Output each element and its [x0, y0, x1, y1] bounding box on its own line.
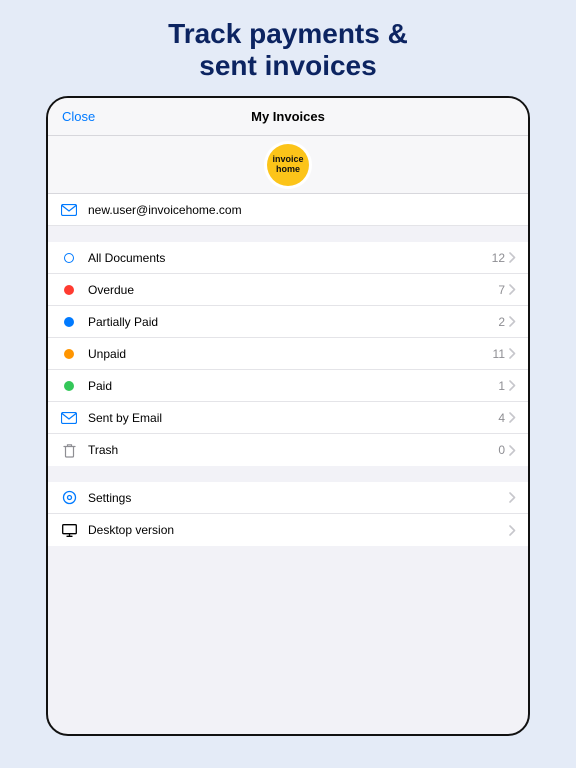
mail-icon	[60, 204, 78, 216]
chevron-right-icon	[509, 412, 516, 423]
desktop-icon	[60, 524, 78, 537]
filter-label: Sent by Email	[88, 411, 498, 425]
filter-count: 1	[498, 379, 505, 393]
chevron-right-icon	[509, 348, 516, 359]
filter-label: Overdue	[88, 283, 498, 297]
page-title: My Invoices	[48, 109, 528, 124]
filter-row-all-documents[interactable]: All Documents12	[48, 242, 528, 274]
filter-label: Unpaid	[88, 347, 493, 361]
filter-count: 0	[498, 443, 505, 457]
headline-line-1: Track payments &	[168, 18, 408, 50]
promo-headline: Track payments & sent invoices	[168, 0, 408, 96]
device-frame: Close My Invoices invoice home new.user@…	[46, 96, 530, 736]
gear-icon	[60, 490, 78, 505]
navbar: Close My Invoices	[48, 98, 528, 136]
headline-line-2: sent invoices	[168, 50, 408, 82]
dot-icon	[60, 349, 78, 359]
chevron-right-icon	[509, 284, 516, 295]
chevron-right-icon	[509, 445, 516, 456]
ring-icon	[60, 253, 78, 263]
menu-label: Desktop version	[88, 523, 509, 537]
filter-label: Trash	[88, 443, 498, 457]
filter-count: 4	[498, 411, 505, 425]
filter-count: 7	[498, 283, 505, 297]
filter-count: 2	[498, 315, 505, 329]
dot-icon	[60, 285, 78, 295]
chevron-right-icon	[509, 525, 516, 536]
filter-row-sent-by-email[interactable]: Sent by Email4	[48, 402, 528, 434]
menu-row-desktop-version[interactable]: Desktop version	[48, 514, 528, 546]
menu-label: Settings	[88, 491, 509, 505]
section-gap	[48, 226, 528, 242]
user-email-row[interactable]: new.user@invoicehome.com	[48, 194, 528, 226]
filter-row-unpaid[interactable]: Unpaid11	[48, 338, 528, 370]
brand-logo: invoice home	[267, 144, 309, 186]
filter-label: All Documents	[88, 251, 492, 265]
filter-row-partially-paid[interactable]: Partially Paid2	[48, 306, 528, 338]
chevron-right-icon	[509, 380, 516, 391]
section-gap	[48, 466, 528, 482]
menu-row-settings[interactable]: Settings	[48, 482, 528, 514]
filter-count: 12	[492, 251, 505, 265]
filters-group: All Documents12Overdue7Partially Paid2Un…	[48, 242, 528, 466]
filter-row-paid[interactable]: Paid1	[48, 370, 528, 402]
mail-icon	[60, 412, 78, 424]
filter-row-trash[interactable]: Trash0	[48, 434, 528, 466]
filter-label: Partially Paid	[88, 315, 498, 329]
close-button[interactable]: Close	[48, 109, 95, 124]
dot-icon	[60, 317, 78, 327]
filter-row-overdue[interactable]: Overdue7	[48, 274, 528, 306]
chevron-right-icon	[509, 252, 516, 263]
chevron-right-icon	[509, 492, 516, 503]
filter-label: Paid	[88, 379, 498, 393]
menu-group: Settings Desktop version	[48, 482, 528, 546]
logo-area: invoice home	[48, 136, 528, 194]
filter-count: 11	[493, 347, 505, 361]
trash-icon	[60, 443, 78, 458]
logo-line-2: home	[276, 165, 300, 174]
user-email-label: new.user@invoicehome.com	[88, 203, 516, 217]
chevron-right-icon	[509, 316, 516, 327]
dot-icon	[60, 381, 78, 391]
